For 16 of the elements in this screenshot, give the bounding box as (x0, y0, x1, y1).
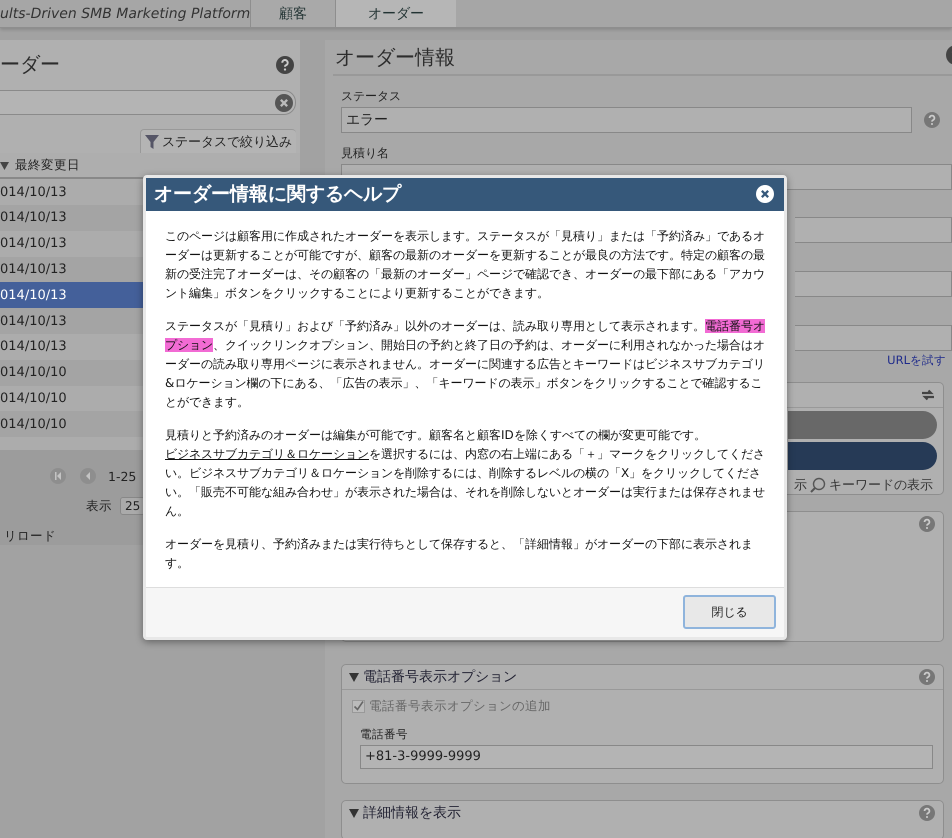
section-title: 電話番号表示オプション (363, 668, 517, 686)
help-paragraph: このページは顧客用に作成されたオーダーを表示します。ステータスが「見積り」または「予約済み」であるオーダーは更新することが可能ですが、顧客の最新のオーダーを更新することが最良の方法です。特定の顧客の最新の受注完了オーダーは、その顧客の「最新のオーダー」ページで確認でき、オーダーの最下部にある「アカウント編集」ボタンをクリックすることにより更新することができます。 (165, 228, 766, 302)
panel-title: ーダー (0, 51, 60, 78)
field-label: 見積り名 (341, 145, 390, 162)
checkbox-label: 電話番号表示オプションの追加 (369, 698, 551, 715)
help-paragraph: オーダーを見積り、予約済みまたは実行待ちとして保存すると、「詳細情報」がオーダーの下部に表示されます。 (165, 536, 754, 572)
app-logo: ults-Driven SMB Marketing Platform (0, 4, 250, 24)
help-paragraph: 見積りと予約済みのオーダーは編集が可能です。顧客名と顧客IDを除くすべての欄が変更可能です。 ビジネスサブカテゴリ＆ロケーション を選択するには、内窓の右上端にある「＋」マークをクリックしてください。ビジネスサブカテゴリ＆ロケーションを削除するには、削除するレベルの横の「X」をクリックしてください。「販売不可能な組み合わせ」が表示された場合は、それを削除しないとオーダーは実行または保存されません。 (165, 426, 766, 520)
field-label: ステータス (341, 88, 402, 106)
help-paragraph: ステータスが「見積り」および「予約済み」以外のオーダーは、読み取り専用として表示されます。電話番号オプション、クイックリンクオプション、開始日の予約と終了日の予約は、オーダーに利用されなかった場合はオーダーの読み取り専用ページに表示されません。オーダーに関連する広告とキーワードはビジネスサブカテゴリ&ロケーション欄の下にある、「広告の表示」、「キーワードの表示」ボタンをクリックすることで確認することができます。 (165, 318, 766, 411)
dialog-title: オーダー情報に関するヘルプ (154, 182, 401, 208)
field-label: 電話番号 (360, 726, 409, 742)
panel-title: オーダー情報 (334, 44, 455, 71)
page-range: 1-25 (108, 468, 136, 484)
section-title: 詳細情報を表示 (363, 804, 461, 822)
page-size-label: 表示 (86, 498, 112, 515)
